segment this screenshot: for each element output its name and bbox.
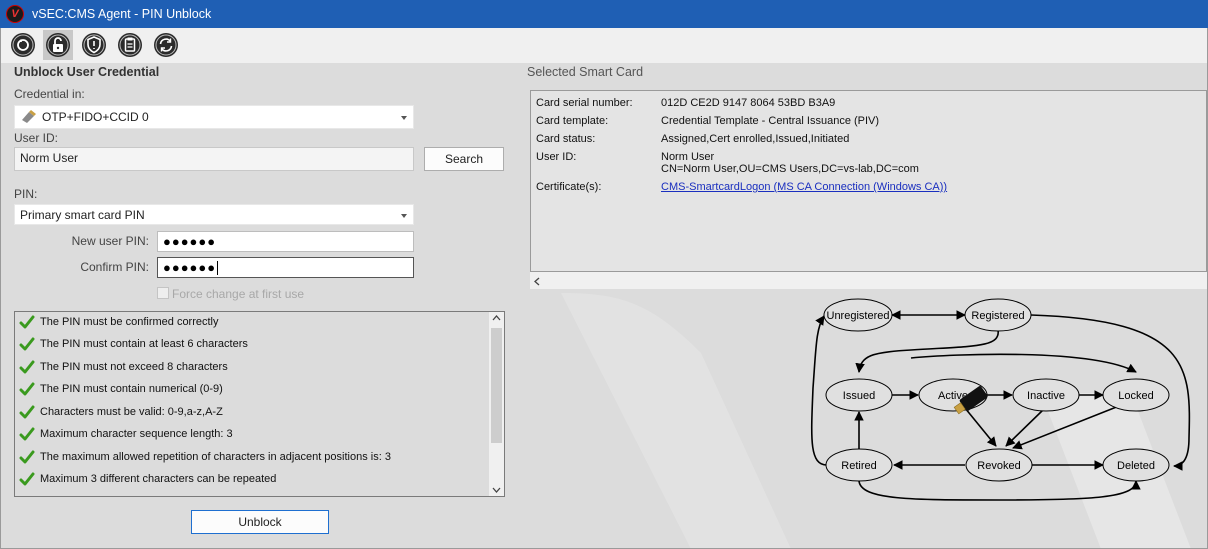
credential-value: OTP+FIDO+CCID 0 bbox=[42, 110, 149, 124]
svg-text:Inactive: Inactive bbox=[1027, 390, 1065, 402]
list-item: Maximum character sequence length: 3 bbox=[19, 424, 233, 444]
details-hscrollbar[interactable] bbox=[530, 272, 1207, 289]
confirm-pin-input[interactable]: ●●●●●● bbox=[157, 257, 414, 278]
check-icon bbox=[19, 472, 35, 486]
list-item: Maximum 3 different characters can be re… bbox=[19, 469, 276, 489]
state-deleted: Deleted bbox=[1102, 448, 1170, 482]
text-caret bbox=[217, 260, 219, 275]
force-change-checkbox[interactable] bbox=[157, 287, 169, 299]
confirm-pin-value: ●●●●●● bbox=[163, 260, 217, 275]
unblock-lock-icon[interactable] bbox=[43, 30, 73, 60]
svg-text:Unregistered: Unregistered bbox=[827, 310, 890, 322]
state-issued: Issued bbox=[825, 378, 893, 412]
list-item: The maximum allowed repetition of charac… bbox=[19, 447, 391, 467]
clipboard-icon[interactable] bbox=[115, 30, 145, 60]
confirm-pin-label: Confirm PIN: bbox=[80, 260, 149, 274]
pin-type-select[interactable]: Primary smart card PIN bbox=[14, 204, 414, 225]
credential-select[interactable]: OTP+FIDO+CCID 0 bbox=[14, 105, 414, 129]
card-lifecycle-diagram: Unregistered Registered Issued Active In… bbox=[810, 298, 1191, 501]
list-item: The PIN must contain at least 6 characte… bbox=[19, 334, 248, 354]
detail-row-user: User ID: Norm User CN=Norm User,OU=CMS Use… bbox=[536, 151, 919, 175]
check-icon bbox=[19, 405, 35, 419]
main-content: Unblock User Credential Credential in: O… bbox=[0, 63, 1208, 549]
card-details-panel: Card serial number: 012D CE2D 9147 8064 5… bbox=[530, 90, 1207, 272]
check-icon bbox=[19, 315, 35, 329]
new-pin-label: New user PIN: bbox=[71, 234, 149, 248]
state-retired: Retired bbox=[825, 448, 893, 482]
scroll-up-icon[interactable] bbox=[492, 315, 501, 321]
pin-label: PIN: bbox=[14, 187, 38, 201]
detail-row-serial: Card serial number: 012D CE2D 9147 8064 5… bbox=[536, 97, 836, 109]
scroll-down-icon[interactable] bbox=[492, 487, 501, 493]
state-registered: Registered bbox=[964, 298, 1032, 332]
unblock-section-title: Unblock User Credential bbox=[14, 65, 160, 79]
shield-icon[interactable] bbox=[79, 30, 109, 60]
scroll-thumb[interactable] bbox=[491, 328, 502, 443]
detail-row-template: Card template: Credential Template - Cent… bbox=[536, 115, 880, 127]
state-revoked: Revoked bbox=[965, 448, 1033, 482]
svg-text:Retired: Retired bbox=[841, 460, 876, 472]
check-icon bbox=[19, 337, 35, 351]
app-logo-icon: V bbox=[6, 5, 24, 23]
svg-text:Locked: Locked bbox=[1118, 390, 1153, 402]
state-locked: Locked bbox=[1102, 378, 1170, 412]
user-id-label: User ID: bbox=[14, 131, 59, 145]
rules-scrollbar[interactable] bbox=[489, 312, 504, 496]
check-icon bbox=[19, 427, 35, 441]
new-pin-input[interactable]: ●●●●●● bbox=[157, 231, 414, 252]
toolbar bbox=[0, 28, 1208, 63]
diagram-nodes: Unregistered Registered Issued Active In… bbox=[823, 298, 1170, 482]
chevron-down-icon bbox=[401, 213, 407, 218]
certificate-link[interactable]: CMS-SmartcardLogon (MS CA Connection (Wi… bbox=[661, 181, 947, 193]
check-icon bbox=[19, 382, 35, 396]
pin-type-value: Primary smart card PIN bbox=[20, 207, 145, 222]
svg-text:Deleted: Deleted bbox=[1117, 460, 1155, 472]
detail-row-certificate: Certificate(s): CMS-SmartcardLogon (MS CA… bbox=[536, 181, 948, 193]
list-item: The PIN must be confirmed correctly bbox=[19, 312, 219, 332]
token-icon bbox=[22, 110, 36, 123]
chevron-down-icon bbox=[401, 116, 407, 120]
svg-text:Registered: Registered bbox=[971, 310, 1024, 322]
selected-card-title: Selected Smart Card bbox=[527, 65, 644, 79]
detail-row-status: Card status: Assigned,Cert enrolled,Issue… bbox=[536, 133, 850, 145]
window-title: vSEC:CMS Agent - PIN Unblock bbox=[32, 7, 212, 21]
svg-text:Revoked: Revoked bbox=[977, 460, 1020, 472]
title-bar: V vSEC:CMS Agent - PIN Unblock bbox=[0, 0, 1208, 28]
svg-text:Issued: Issued bbox=[843, 390, 875, 402]
new-pin-value: ●●●●●● bbox=[163, 234, 217, 249]
list-item: The PIN must not exceed 8 characters bbox=[19, 357, 228, 377]
force-change-label: Force change at first use bbox=[172, 287, 305, 301]
state-inactive: Inactive bbox=[1012, 378, 1080, 412]
list-item: The PIN must contain numerical (0-9) bbox=[19, 379, 223, 399]
credential-label: Credential in: bbox=[14, 87, 85, 101]
state-unregistered: Unregistered bbox=[823, 298, 893, 332]
sync-icon[interactable] bbox=[151, 30, 181, 60]
user-id-field[interactable]: Norm User bbox=[14, 147, 414, 171]
unblock-button[interactable]: Unblock bbox=[191, 510, 329, 534]
pin-rules-list: The PIN must be confirmed correctly The … bbox=[14, 311, 505, 497]
search-button[interactable]: Search bbox=[424, 147, 504, 171]
scroll-left-icon[interactable] bbox=[534, 277, 540, 286]
refresh-card-icon[interactable] bbox=[8, 30, 38, 60]
list-item: Characters must be valid: 0-9,a-z,A-Z bbox=[19, 402, 223, 422]
check-icon bbox=[19, 360, 35, 374]
check-icon bbox=[19, 450, 35, 464]
